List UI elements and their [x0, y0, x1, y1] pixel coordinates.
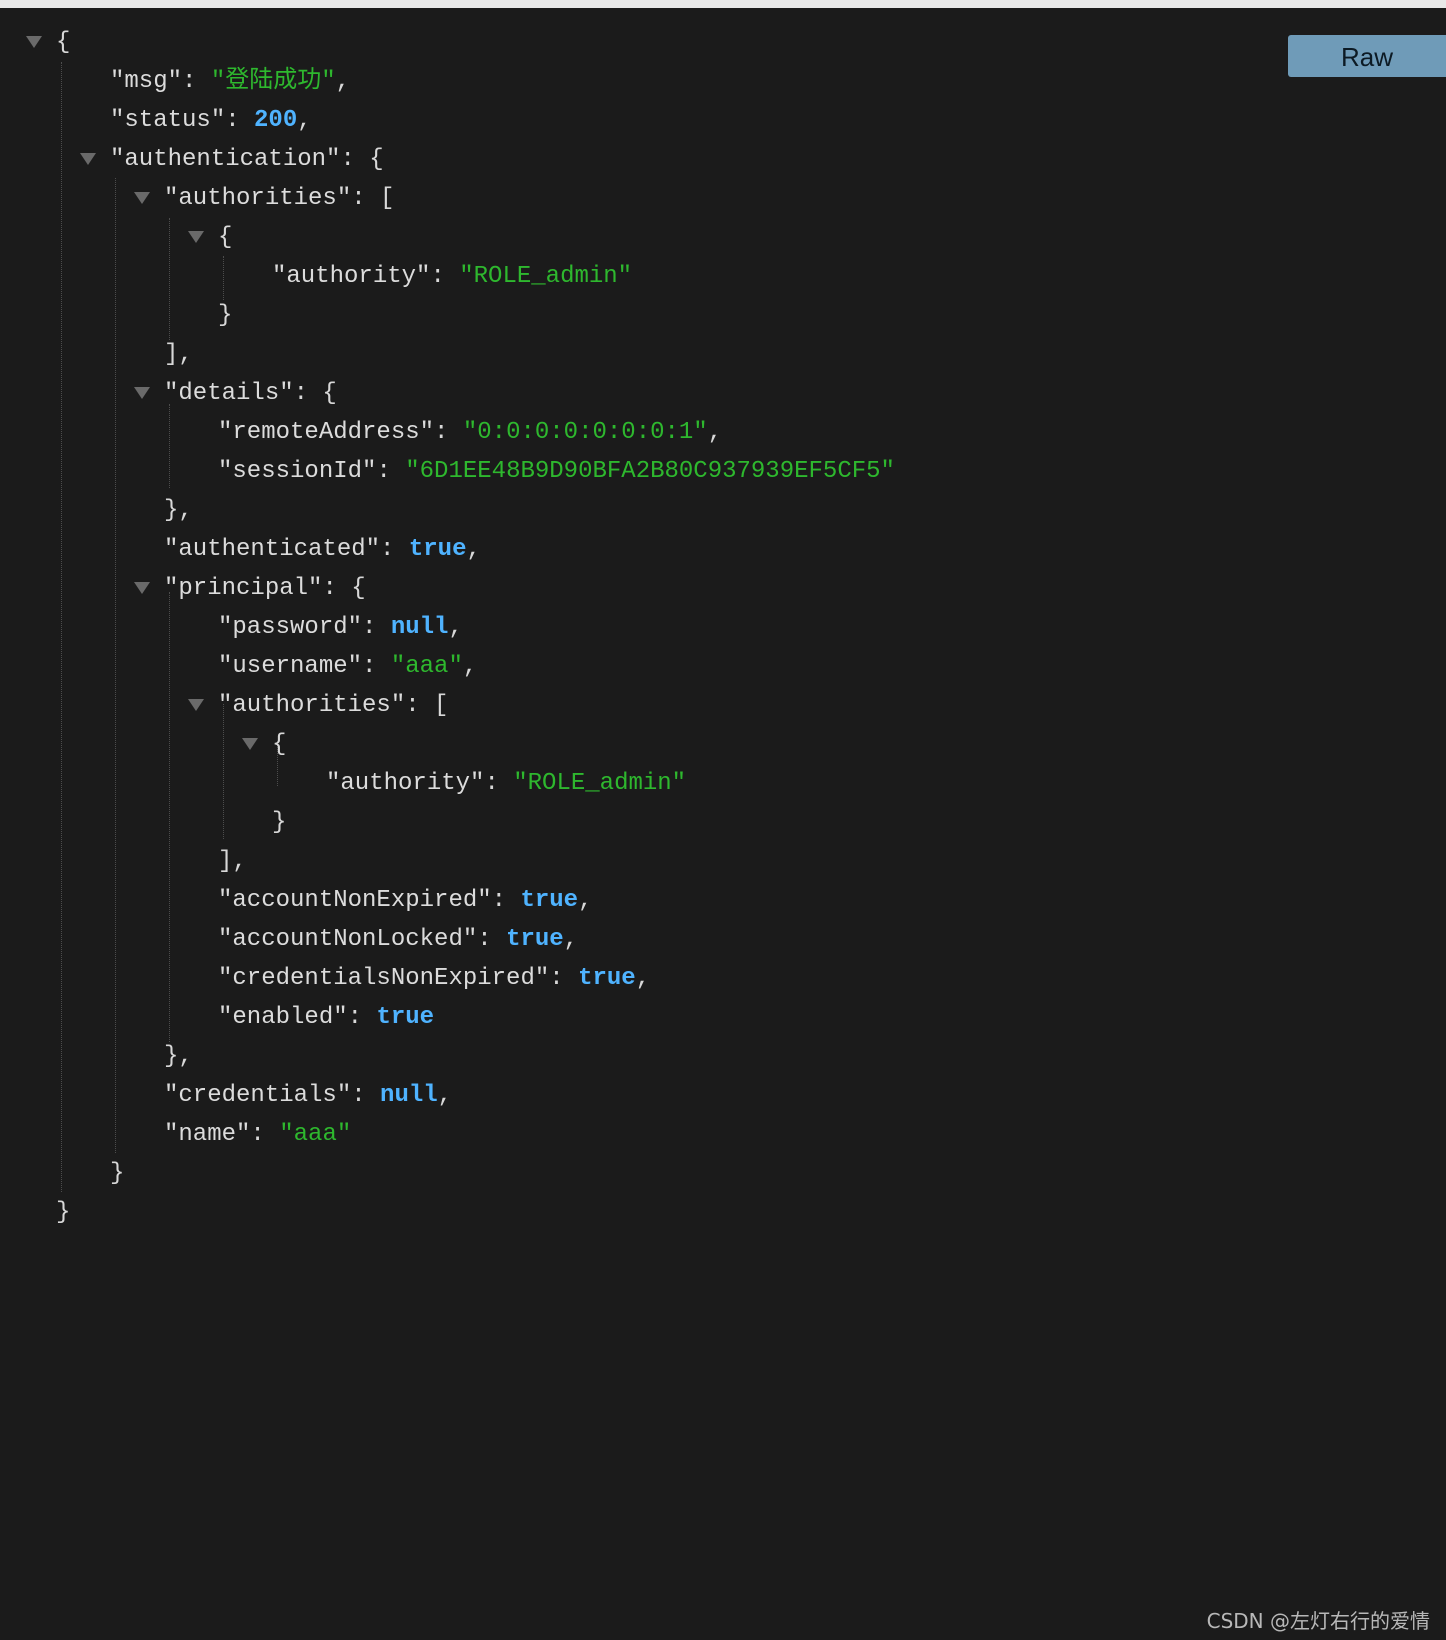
json-string-value: "6D1EE48B9D90BFA2B80C937939EF5CF5"	[405, 458, 895, 485]
json-line: ],	[164, 341, 193, 368]
json-line: },	[164, 497, 193, 524]
collapse-toggle-icon[interactable]	[134, 192, 150, 204]
json-key: "username"	[218, 653, 363, 680]
json-line: }	[110, 1160, 125, 1187]
json-key: "accountNonLocked"	[218, 926, 478, 953]
json-line: }	[272, 809, 287, 836]
indent-guide	[169, 592, 170, 1042]
json-key: "sessionId"	[218, 458, 377, 485]
json-key: "status"	[110, 107, 226, 134]
indent-guide	[115, 178, 116, 1153]
json-line: }	[56, 1199, 71, 1226]
indent-guide	[61, 62, 62, 1192]
json-null-value: null	[380, 1082, 438, 1109]
json-line: "remoteAddress": "0:0:0:0:0:0:0:1",	[218, 419, 723, 446]
json-line: {	[272, 731, 287, 758]
json-key: "accountNonExpired"	[218, 887, 492, 914]
json-key: "name"	[164, 1121, 251, 1148]
json-key: "msg"	[110, 68, 183, 95]
json-line: {	[56, 29, 71, 56]
json-string-value: "ROLE_admin"	[459, 263, 633, 290]
collapse-toggle-icon[interactable]	[134, 582, 150, 594]
json-number-value: 200	[254, 107, 298, 134]
indent-guide	[223, 256, 224, 300]
collapse-toggle-icon[interactable]	[134, 387, 150, 399]
json-key: "authorities"	[164, 185, 352, 212]
collapse-toggle-icon[interactable]	[80, 153, 96, 165]
json-string-value: "aaa"	[390, 653, 463, 680]
json-string-value: "ROLE_admin"	[513, 770, 687, 797]
json-viewer: { "msg": "登陆成功", "status": 200, "authent…	[0, 0, 1280, 1260]
json-line: "name": "aaa"	[164, 1121, 352, 1148]
collapse-toggle-icon[interactable]	[242, 738, 258, 750]
json-line: "credentialsNonExpired": true,	[218, 965, 651, 992]
json-line: "sessionId": "6D1EE48B9D90BFA2B80C937939…	[218, 458, 895, 485]
json-key: "authentication"	[110, 146, 341, 173]
json-line: "accountNonExpired": true,	[218, 887, 593, 914]
json-key: "authority"	[272, 263, 431, 290]
json-key: "details"	[164, 380, 294, 407]
json-line: },	[164, 1043, 193, 1070]
watermark: CSDN @左灯右行的爱情	[1206, 1609, 1430, 1633]
json-key: "remoteAddress"	[218, 419, 435, 446]
json-line: "credentials": null,	[164, 1082, 453, 1109]
json-key: "password"	[218, 614, 363, 641]
json-string-value: "登陆成功"	[210, 68, 336, 95]
json-boolean-value: true	[506, 926, 564, 953]
json-boolean-value: true	[578, 965, 636, 992]
indent-guide	[169, 404, 170, 488]
json-key: "authenticated"	[164, 536, 381, 563]
json-line: }	[218, 302, 233, 329]
json-line: "authority": "ROLE_admin"	[272, 263, 633, 290]
json-line: "authorities": [	[218, 692, 449, 719]
json-line: "authenticated": true,	[164, 536, 481, 563]
indent-guide	[169, 218, 170, 340]
json-line: "enabled": true	[218, 1004, 435, 1031]
json-key: "authorities"	[218, 692, 406, 719]
json-line: "status": 200,	[110, 107, 312, 134]
json-key: "authority"	[326, 770, 485, 797]
json-line: "authorities": [	[164, 185, 395, 212]
json-line: "authentication": {	[110, 146, 384, 173]
collapse-toggle-icon[interactable]	[26, 36, 42, 48]
json-line: "principal": {	[164, 575, 366, 602]
json-key: "credentials"	[164, 1082, 352, 1109]
json-line: "details": {	[164, 380, 337, 407]
json-line: {	[218, 224, 233, 251]
json-line: "username": "aaa",	[218, 653, 478, 680]
json-boolean-value: true	[408, 536, 467, 563]
json-string-value: "aaa"	[279, 1121, 352, 1148]
json-boolean-value: true	[520, 887, 579, 914]
json-line: ],	[218, 848, 247, 875]
json-line: "accountNonLocked": true,	[218, 926, 579, 953]
json-boolean-value: true	[376, 1004, 435, 1031]
json-line: "authority": "ROLE_admin"	[326, 770, 687, 797]
json-line: "password": null,	[218, 614, 463, 641]
json-line: "msg": "登陆成功",	[110, 68, 351, 95]
json-string-value: "0:0:0:0:0:0:0:1"	[462, 419, 708, 446]
json-key: "principal"	[164, 575, 323, 602]
json-key: "enabled"	[218, 1004, 348, 1031]
collapse-toggle-icon[interactable]	[188, 699, 204, 711]
collapse-toggle-icon[interactable]	[188, 231, 204, 243]
json-key: "credentialsNonExpired"	[218, 965, 550, 992]
raw-view-button[interactable]: Raw	[1288, 35, 1446, 77]
json-null-value: null	[390, 614, 449, 641]
